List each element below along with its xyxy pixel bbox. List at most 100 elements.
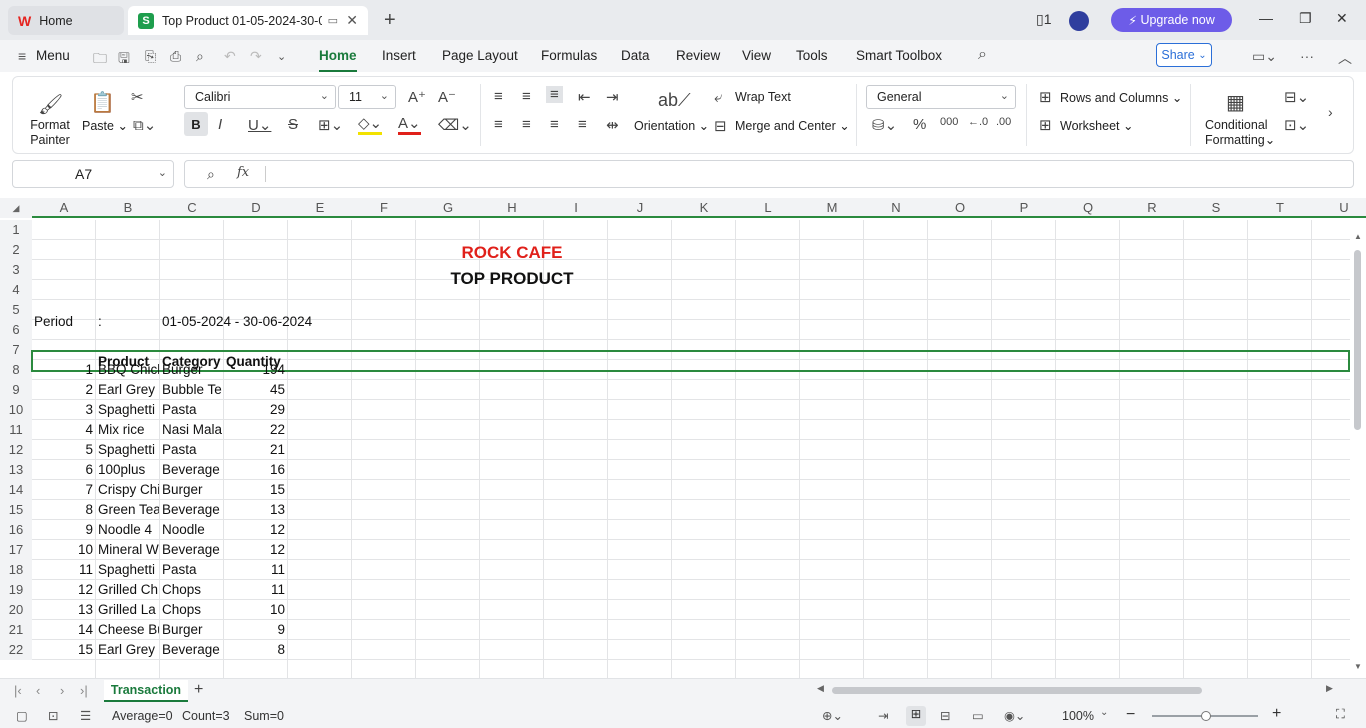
more-icon[interactable]: ···	[1300, 48, 1314, 64]
cafe-title[interactable]: ROCK CAFE	[416, 243, 608, 263]
tab-data[interactable]: Data	[621, 48, 650, 63]
row-header[interactable]: 7	[0, 340, 32, 360]
column-header-s[interactable]: S	[1184, 198, 1248, 218]
product-cell[interactable]: Earl Grey I	[96, 380, 159, 400]
font-size-select[interactable]: 11 ⌄	[338, 85, 396, 109]
orientation-button[interactable]: Orientation ⌄	[634, 118, 709, 133]
avatar[interactable]	[1069, 11, 1089, 31]
column-header-o[interactable]: O	[928, 198, 992, 218]
row-header[interactable]: 18	[0, 560, 32, 580]
rank-cell[interactable]: 5	[32, 440, 95, 460]
open-icon[interactable]: 🗀	[93, 48, 107, 72]
document-tab[interactable]: S Top Product 01-05-2024-30-06-2024 ▭ ✕	[128, 6, 368, 35]
close-tab-icon[interactable]: ✕	[346, 12, 358, 29]
row-header[interactable]: 16	[0, 520, 32, 540]
home-tab[interactable]: W Home	[8, 6, 124, 35]
increase-decimal-icon[interactable]: ←.0	[968, 116, 988, 128]
row-header[interactable]: 13	[0, 460, 32, 480]
column-header-b[interactable]: B	[96, 198, 160, 218]
reading-mode-icon[interactable]: ⇥	[878, 708, 888, 723]
column-header-k[interactable]: K	[672, 198, 736, 218]
rank-cell[interactable]: 9	[32, 520, 95, 540]
zoom-out-icon[interactable]: −	[1126, 706, 1135, 724]
quantity-cell[interactable]: 16	[224, 460, 287, 480]
macro-icon[interactable]: ▢	[16, 708, 28, 723]
maximize-icon[interactable]: ❐	[1299, 10, 1312, 27]
tab-formulas[interactable]: Formulas	[541, 48, 597, 63]
category-cell[interactable]: Burger	[160, 480, 223, 500]
column-header-u[interactable]: U	[1312, 198, 1366, 218]
zoom-in-icon[interactable]: +	[1272, 705, 1281, 723]
category-cell[interactable]: Beverage	[160, 460, 223, 480]
tab-smart-toolbox[interactable]: Smart Toolbox	[856, 48, 942, 63]
column-header-q[interactable]: Q	[1056, 198, 1120, 218]
product-cell[interactable]: Mix rice	[96, 420, 159, 440]
row-header[interactable]: 20	[0, 600, 32, 620]
ribbon-next-icon[interactable]: ›	[1328, 104, 1333, 120]
column-header-c[interactable]: C	[160, 198, 224, 218]
category-cell[interactable]: Chops	[160, 600, 223, 620]
column-header-i[interactable]: I	[544, 198, 608, 218]
column-header-m[interactable]: M	[800, 198, 864, 218]
quick-access-dropdown-icon[interactable]: ⌄	[277, 50, 286, 63]
report-title[interactable]: TOP PRODUCT	[416, 269, 608, 289]
tab-page-layout[interactable]: Page Layout	[442, 48, 518, 63]
rank-cell[interactable]: 2	[32, 380, 95, 400]
decrease-indent-icon[interactable]: ⇤	[578, 88, 591, 106]
product-cell[interactable]: Mineral W	[96, 540, 159, 560]
bold-button[interactable]: B	[184, 112, 208, 136]
scroll-right-icon[interactable]: ▶	[1326, 683, 1333, 694]
clear-format-icon[interactable]: ⌫⌄	[438, 116, 472, 134]
category-cell[interactable]: Beverage	[160, 540, 223, 560]
rank-cell[interactable]: 13	[32, 600, 95, 620]
underline-button[interactable]: U⌄	[248, 116, 271, 134]
cut-icon[interactable]: ✂	[131, 88, 144, 106]
align-top-icon[interactable]: ≡	[494, 88, 503, 105]
row-header[interactable]: 5	[0, 300, 32, 320]
product-cell[interactable]: Grilled La	[96, 600, 159, 620]
zoom-slider-handle[interactable]	[1201, 711, 1211, 721]
collapse-ribbon-icon[interactable]: ︿	[1338, 48, 1352, 68]
borders-icon[interactable]: ⊞⌄	[318, 116, 343, 134]
column-header-a[interactable]: A	[32, 198, 96, 218]
product-cell[interactable]: Crispy Chi	[96, 480, 159, 500]
row-header[interactable]: 22	[0, 640, 32, 660]
row-header[interactable]: 15	[0, 500, 32, 520]
number-format-select[interactable]: General ⌄	[866, 85, 1016, 109]
category-cell[interactable]: Burger	[160, 360, 223, 380]
redo-icon[interactable]: ↷	[250, 48, 262, 65]
window-count-icon[interactable]: ▯1	[1036, 11, 1052, 28]
font-family-select[interactable]: Calibri ⌄	[184, 85, 336, 109]
tab-view[interactable]: View	[742, 48, 771, 63]
save-icon[interactable]: 🖫	[118, 48, 130, 72]
rank-cell[interactable]: 7	[32, 480, 95, 500]
rank-cell[interactable]: 11	[32, 560, 95, 580]
page-break-icon[interactable]: ⊟	[940, 708, 950, 723]
category-cell[interactable]: Pasta	[160, 400, 223, 420]
product-cell[interactable]: Earl Grey	[96, 640, 159, 660]
close-window-icon[interactable]: ✕	[1336, 10, 1348, 27]
column-header-g[interactable]: G	[416, 198, 480, 218]
category-cell[interactable]: Beverage	[160, 640, 223, 660]
column-header-n[interactable]: N	[864, 198, 928, 218]
sheet-tab-transaction[interactable]: Transaction	[104, 680, 188, 702]
distributed-icon[interactable]: ⇹	[606, 116, 619, 134]
row-header[interactable]: 9	[0, 380, 32, 400]
cell-mode-icon[interactable]: ⊕⌄	[822, 708, 843, 723]
select-all-corner[interactable]: ◢	[0, 198, 32, 218]
italic-button[interactable]: I	[218, 116, 222, 133]
fx-icon[interactable]: fx	[237, 165, 249, 180]
category-cell[interactable]: Pasta	[160, 440, 223, 460]
quantity-cell[interactable]: 12	[224, 540, 287, 560]
quantity-cell[interactable]: 12	[224, 520, 287, 540]
zoom-dropdown-icon[interactable]: ⌄	[1100, 707, 1108, 718]
copy-icon[interactable]: ⧉⌄	[133, 116, 156, 134]
zoom-level[interactable]: 100%	[1062, 709, 1094, 723]
product-cell[interactable]: BBQ Chick	[96, 360, 159, 380]
tab-insert[interactable]: Insert	[382, 48, 416, 63]
quantity-cell[interactable]: 194	[224, 360, 287, 380]
worksheet-button[interactable]: Worksheet ⌄	[1060, 118, 1133, 133]
format-painter-button[interactable]: Format Painter	[30, 118, 70, 148]
category-cell[interactable]: Bubble Te	[160, 380, 223, 400]
product-cell[interactable]: Spaghetti	[96, 400, 159, 420]
